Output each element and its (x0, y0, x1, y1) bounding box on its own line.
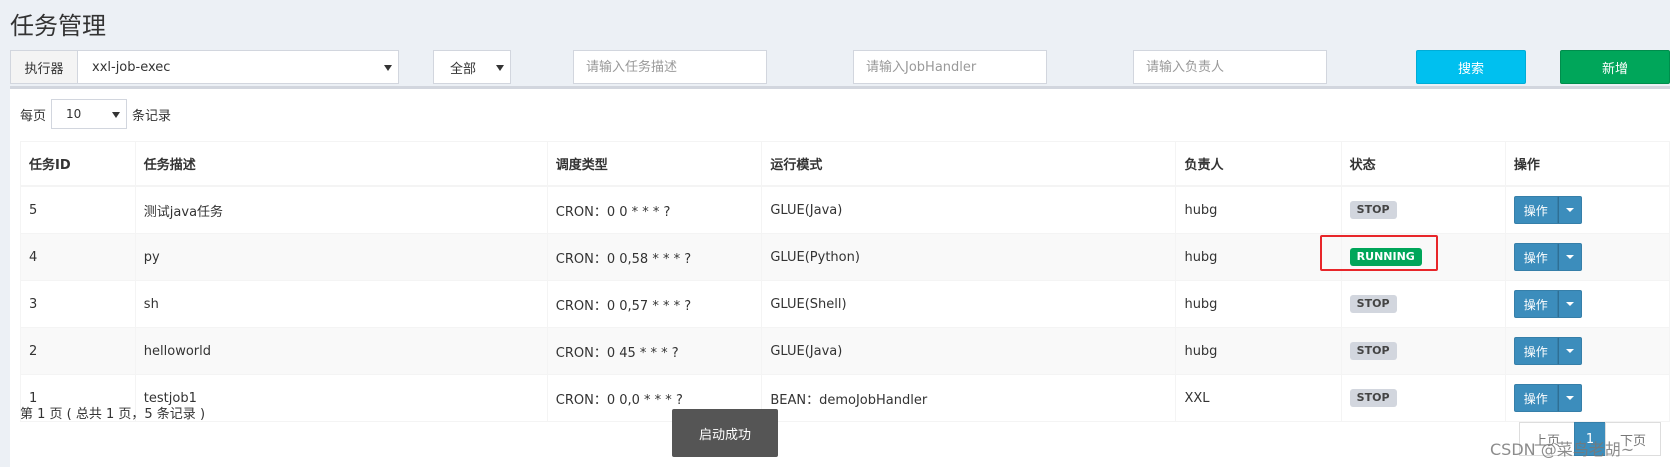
page-length-row: 每页 10 条记录 (20, 99, 171, 129)
column-header-operation[interactable]: 操作 (1504, 141, 1670, 187)
page-length-suffix: 条记录 (132, 108, 172, 124)
column-header-status[interactable]: 状态 (1340, 141, 1506, 187)
operation-dropdown-toggle[interactable] (1557, 243, 1582, 271)
running-status-wrap: RUNNING (1319, 235, 1438, 271)
table-row: 4 py CRON：0 0,58 * * * ? GLUE(Python) hu… (20, 233, 1670, 281)
job-status-cell: STOP (1340, 374, 1506, 422)
job-author: hubg (1175, 233, 1342, 281)
job-schedule: CRON：0 0,57 * * * ? (546, 280, 763, 328)
toast-message: 启动成功 (672, 409, 778, 457)
operation-button-group: 操作 (1513, 337, 1582, 365)
executor-label: 执行器 (10, 50, 78, 84)
watermark: CSDN @菜鸟老胡~ (1490, 440, 1635, 459)
operation-button-group: 操作 (1513, 290, 1582, 318)
table-header-row: 任务ID 任务描述 调度类型 运行模式 负责人 状态 操作 (20, 141, 1670, 187)
operation-dropdown-toggle[interactable] (1557, 337, 1582, 365)
job-status-cell: RUNNING (1319, 233, 1506, 281)
operation-button[interactable]: 操作 (1513, 243, 1558, 271)
table-row: 3 sh CRON：0 0,57 * * * ? GLUE(Shell) hub… (20, 280, 1670, 328)
job-desc: sh (134, 280, 548, 328)
author-input[interactable] (1133, 50, 1327, 84)
column-header-id[interactable]: 任务ID (20, 141, 136, 187)
job-desc-input[interactable] (573, 50, 767, 84)
job-table: 任务ID 任务描述 调度类型 运行模式 负责人 状态 操作 5 测试java任务… (20, 141, 1670, 422)
caret-down-icon (496, 65, 504, 71)
table-row: 5 测试java任务 CRON：0 0 * * * ? GLUE(Java) h… (20, 185, 1670, 234)
job-id: 3 (20, 280, 136, 328)
caret-down-icon (1565, 255, 1574, 259)
status-badge: STOP (1349, 342, 1397, 360)
table-row: 2 helloworld CRON：0 45 * * * ? GLUE(Java… (20, 327, 1670, 375)
page-length-select[interactable]: 10 (51, 99, 128, 129)
job-schedule: CRON：0 0,58 * * * ? (546, 233, 763, 281)
operation-button-group: 操作 (1513, 196, 1582, 224)
operation-dropdown-toggle[interactable] (1557, 290, 1582, 318)
search-button[interactable]: 搜索 (1416, 50, 1526, 84)
job-operation-cell: 操作 (1504, 327, 1670, 375)
job-id: 4 (20, 233, 136, 281)
job-author: hubg (1175, 280, 1342, 328)
job-id: 5 (20, 185, 136, 234)
glue-type-select[interactable]: 全部 (433, 50, 511, 84)
add-button[interactable]: 新增 (1560, 50, 1670, 84)
job-mode: GLUE(Java) (761, 327, 1177, 375)
job-author: XXL (1175, 374, 1342, 422)
job-author: hubg (1175, 327, 1342, 375)
job-schedule: CRON：0 45 * * * ? (546, 327, 763, 375)
page-length-prefix: 每页 (20, 108, 47, 124)
operation-button[interactable]: 操作 (1513, 337, 1558, 365)
column-header-schedule[interactable]: 调度类型 (546, 141, 763, 187)
job-desc: 测试java任务 (134, 185, 548, 234)
caret-down-icon (112, 112, 121, 118)
status-badge: STOP (1349, 389, 1397, 407)
page-length-value: 10 (66, 107, 82, 121)
executor-handler-input[interactable] (853, 50, 1047, 84)
page-title: 任务管理 (10, 12, 106, 40)
column-header-desc[interactable]: 任务描述 (134, 141, 548, 187)
operation-button-group: 操作 (1513, 243, 1582, 271)
glue-type-select-value: 全部 (450, 61, 477, 77)
highlight-annotation-box (1319, 235, 1438, 271)
job-operation-cell: 操作 (1504, 185, 1670, 234)
executor-select-value: xxl-job-exec (92, 59, 171, 75)
table-row: 1 testjob1 CRON：0 0,0 * * * ? BEAN：demoJ… (20, 374, 1670, 422)
caret-down-icon (1565, 208, 1574, 212)
job-operation-cell: 操作 (1504, 280, 1670, 328)
caret-down-icon (1565, 396, 1574, 400)
operation-button[interactable]: 操作 (1513, 384, 1558, 412)
column-header-mode[interactable]: 运行模式 (761, 141, 1177, 187)
caret-down-icon (1565, 302, 1574, 306)
job-desc: helloworld (134, 327, 548, 375)
column-header-author[interactable]: 负责人 (1175, 141, 1342, 187)
operation-button[interactable]: 操作 (1513, 290, 1558, 318)
job-author: hubg (1175, 185, 1342, 234)
operation-dropdown-toggle[interactable] (1557, 384, 1582, 412)
status-badge: STOP (1349, 201, 1397, 219)
job-operation-cell: 操作 (1504, 374, 1670, 422)
caret-down-icon (1565, 349, 1574, 353)
job-desc: py (134, 233, 548, 281)
page: 任务管理 执行器 xxl-job-exec 全部 搜索 新增 每页 10 条记录 (0, 0, 1670, 467)
executor-group: 执行器 xxl-job-exec (10, 50, 402, 84)
job-operation-cell: 操作 (1504, 233, 1670, 281)
operation-dropdown-toggle[interactable] (1557, 196, 1582, 224)
executor-select[interactable]: xxl-job-exec (78, 50, 399, 84)
job-status-cell: STOP (1340, 185, 1506, 234)
job-mode: GLUE(Python) (761, 233, 1177, 281)
job-status-cell: STOP (1340, 327, 1506, 375)
caret-down-icon (384, 65, 392, 71)
job-status-cell: STOP (1340, 280, 1506, 328)
job-schedule: CRON：0 0 * * * ? (546, 185, 763, 234)
job-mode: GLUE(Java) (761, 185, 1177, 234)
operation-button-group: 操作 (1513, 384, 1582, 412)
operation-button[interactable]: 操作 (1513, 196, 1558, 224)
job-id: 2 (20, 327, 136, 375)
job-list-box: 每页 10 条记录 任务ID 任务描述 调度类型 运行模式 负责人 状态 操作 … (10, 86, 1670, 467)
status-badge: STOP (1349, 295, 1397, 313)
job-mode: GLUE(Shell) (761, 280, 1177, 328)
job-mode: BEAN：demoJobHandler (761, 374, 1177, 422)
table-info: 第 1 页 ( 总共 1 页，5 条记录 ) (20, 407, 206, 422)
